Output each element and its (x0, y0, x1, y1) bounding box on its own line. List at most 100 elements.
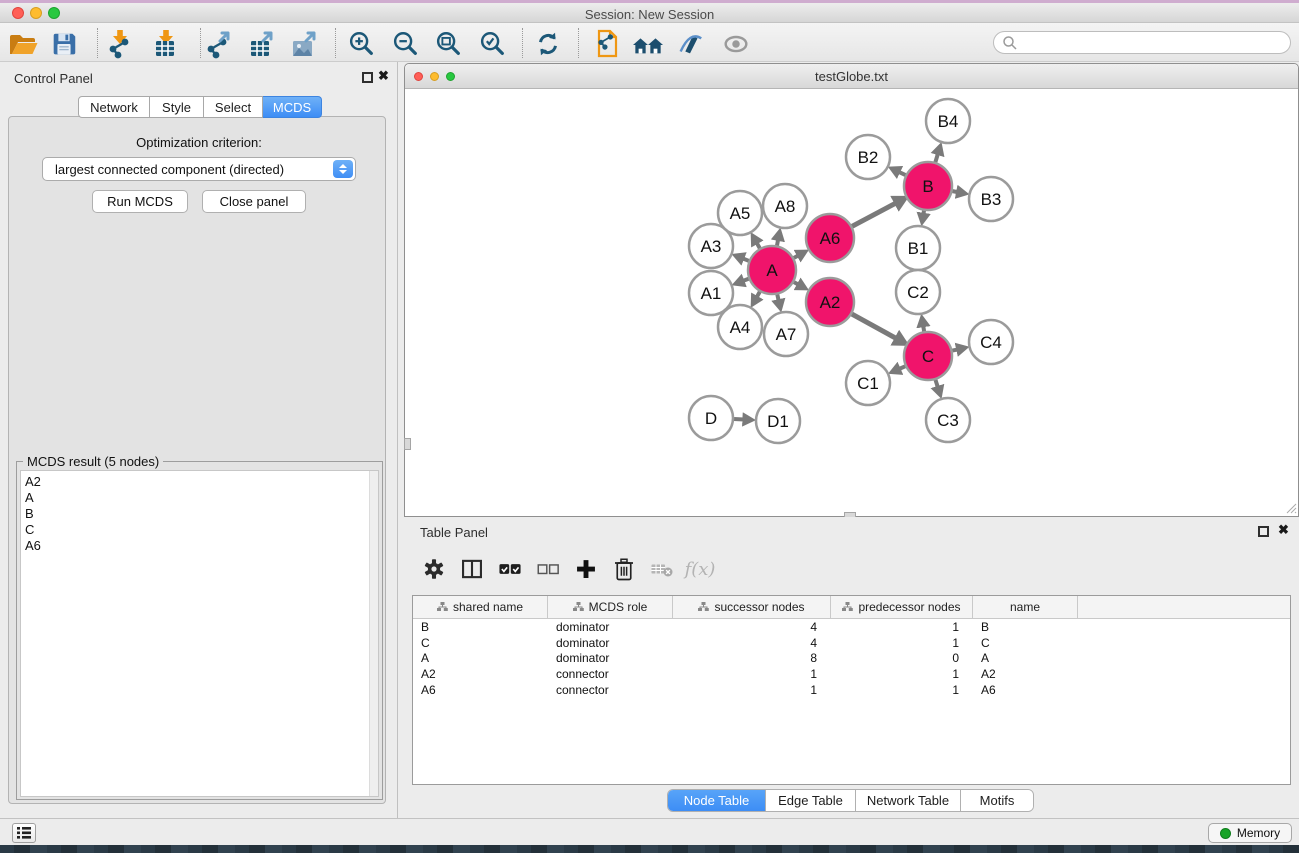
edge-A-A3[interactable] (743, 258, 749, 260)
graph-node-B3[interactable]: B3 (969, 177, 1013, 221)
edge-A-A7[interactable] (777, 294, 778, 300)
edge-C-C3[interactable] (936, 380, 938, 388)
export-image-icon[interactable] (287, 27, 321, 61)
settings-icon[interactable] (418, 553, 450, 585)
edge-A2-C[interactable] (852, 314, 897, 339)
style-hide-icon[interactable] (673, 27, 707, 61)
graph-node-D1[interactable]: D1 (756, 399, 800, 443)
edge-B-B1[interactable] (923, 211, 924, 215)
edge-A6-B[interactable] (852, 203, 896, 226)
tab-node-table[interactable]: Node Table (668, 790, 766, 811)
run-mcds-button[interactable]: Run MCDS (92, 190, 188, 213)
panel-menu-button[interactable] (12, 823, 36, 843)
import-table-icon[interactable] (149, 27, 183, 61)
refresh-icon[interactable] (531, 27, 565, 61)
memory-button[interactable]: Memory (1208, 823, 1292, 843)
graph-node-A6[interactable]: A6 (806, 214, 854, 262)
save-session-icon[interactable] (47, 27, 81, 61)
show-graphics-icon[interactable] (719, 27, 753, 61)
add-row-icon[interactable] (570, 553, 602, 585)
graph-node-C2[interactable]: C2 (896, 270, 940, 314)
zoom-selected-icon[interactable] (475, 27, 509, 61)
graph-node-C[interactable]: C (904, 332, 952, 380)
column-header-name[interactable]: name (973, 596, 1078, 618)
graph-node-C3[interactable]: C3 (926, 398, 970, 442)
edge-A-A5[interactable] (757, 243, 760, 249)
graph-node-C1[interactable]: C1 (846, 361, 890, 405)
mcds-result-item[interactable]: A6 (25, 538, 378, 554)
mcds-result-item[interactable]: B (25, 506, 378, 522)
network-from-file-icon[interactable] (590, 27, 624, 61)
mcds-result-item[interactable]: A2 (25, 474, 378, 490)
mcds-result-item[interactable]: A (25, 490, 378, 506)
edge-D-D1[interactable] (734, 419, 744, 420)
criterion-dropdown[interactable]: largest connected component (directed) (42, 157, 356, 181)
delete-table-icon[interactable] (646, 553, 678, 585)
column-header-predecessor-nodes[interactable]: predecessor nodes (831, 596, 973, 618)
graph-node-C4[interactable]: C4 (969, 320, 1013, 364)
zoom-out-icon[interactable] (388, 27, 422, 61)
home-icon[interactable] (631, 27, 665, 61)
edge-B-B3[interactable] (953, 191, 958, 192)
column-header-MCDS-role[interactable]: MCDS role (548, 596, 673, 618)
tab-mcds[interactable]: MCDS (263, 96, 322, 118)
column-header-successor-nodes[interactable]: successor nodes (673, 596, 831, 618)
export-network-icon[interactable] (201, 27, 235, 61)
graph-node-A8[interactable]: A8 (763, 184, 807, 228)
graph-node-A7[interactable]: A7 (764, 312, 808, 356)
float-table-panel-icon[interactable] (1258, 526, 1269, 537)
edge-C-C1[interactable] (899, 366, 905, 369)
resize-grip-icon[interactable] (1283, 500, 1297, 514)
close-panel-button[interactable]: Close panel (202, 190, 306, 213)
edge-A-A6[interactable] (794, 255, 799, 258)
graph-node-B2[interactable]: B2 (846, 135, 890, 179)
edge-C-C4[interactable] (952, 349, 957, 350)
export-table-icon[interactable] (244, 27, 278, 61)
edge-A-A2[interactable] (794, 282, 799, 285)
table-row[interactable]: A2connector11A2 (413, 666, 1290, 682)
edge-B-B2[interactable] (899, 172, 906, 175)
close-table-panel-icon[interactable]: ✖ (1278, 523, 1289, 537)
graph-node-A5[interactable]: A5 (718, 191, 762, 235)
tab-style[interactable]: Style (150, 96, 204, 118)
search-input[interactable] (993, 31, 1291, 54)
edge-A-A4[interactable] (757, 292, 760, 298)
table-row[interactable]: Bdominator41B (413, 619, 1290, 635)
network-window-titlebar[interactable]: testGlobe.txt (405, 64, 1298, 89)
float-panel-icon[interactable] (362, 72, 373, 83)
table-row[interactable]: Adominator80A (413, 650, 1290, 666)
select-all-icon[interactable] (494, 553, 526, 585)
deselect-all-icon[interactable] (532, 553, 564, 585)
column-header-shared-name[interactable]: shared name (413, 596, 548, 618)
network-graph-canvas[interactable]: AA1A2A3A4A5A6A7A8BB1B2B3B4CC1C2C3C4DD1 (405, 89, 1298, 516)
mcds-result-item[interactable]: C (25, 522, 378, 538)
mcds-result-list[interactable]: A2ABCA6 (20, 470, 379, 797)
tab-select[interactable]: Select (204, 96, 263, 118)
graph-node-B[interactable]: B (904, 162, 952, 210)
graph-node-B4[interactable]: B4 (926, 99, 970, 143)
tab-edge-table[interactable]: Edge Table (766, 790, 856, 811)
columns-icon[interactable] (456, 553, 488, 585)
table-row[interactable]: Cdominator41C (413, 635, 1290, 651)
table-row[interactable]: A6connector11A6 (413, 682, 1290, 698)
edge-B-B4[interactable] (935, 154, 938, 163)
scrollbar-mark-left[interactable] (404, 438, 411, 450)
graph-node-A4[interactable]: A4 (718, 305, 762, 349)
zoom-fit-icon[interactable] (431, 27, 465, 61)
import-network-icon[interactable] (103, 27, 137, 61)
graph-node-A2[interactable]: A2 (806, 278, 854, 326)
graph-node-D[interactable]: D (689, 396, 733, 440)
open-session-icon[interactable] (5, 27, 39, 61)
tab-motifs[interactable]: Motifs (961, 790, 1033, 811)
mcds-list-scrollbar[interactable] (369, 471, 378, 796)
graph-node-B1[interactable]: B1 (896, 226, 940, 270)
graph-node-A[interactable]: A (748, 246, 796, 294)
edge-C-C2[interactable] (923, 326, 924, 332)
tab-network[interactable]: Network (78, 96, 150, 118)
function-builder-icon[interactable]: f(x) (684, 553, 716, 585)
zoom-in-icon[interactable] (344, 27, 378, 61)
edge-A-A1[interactable] (743, 279, 749, 281)
tab-network-table[interactable]: Network Table (856, 790, 961, 811)
close-panel-icon[interactable]: ✖ (378, 69, 389, 83)
delete-row-icon[interactable] (608, 553, 640, 585)
